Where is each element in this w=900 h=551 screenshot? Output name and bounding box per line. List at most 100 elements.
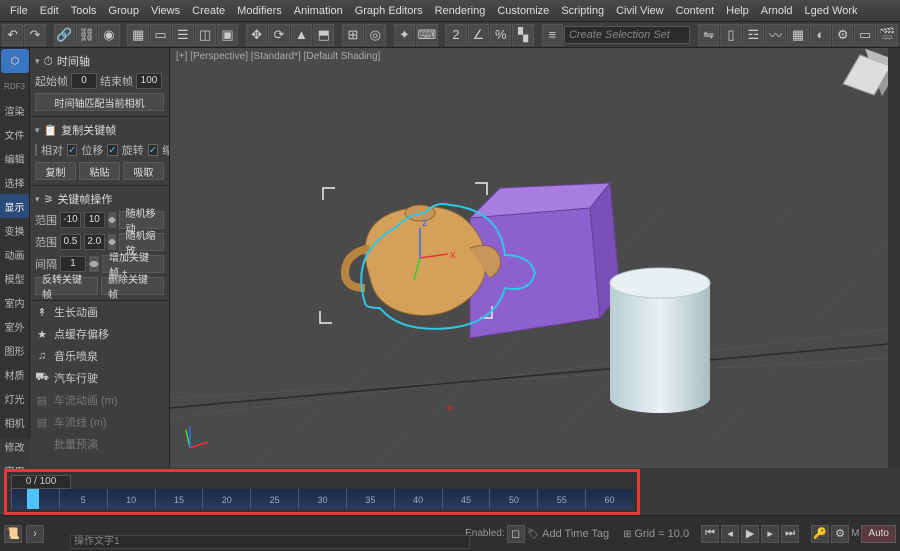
snap-2d-button[interactable]: 2 [445,24,466,46]
relative-checkbox[interactable] [35,144,37,156]
spinner-snap-button[interactable]: ▚ [512,24,533,46]
range-a2-input[interactable]: 10 [84,212,105,228]
select-place-button[interactable]: ⬒ [313,24,334,46]
command-panel-strip[interactable] [888,48,900,468]
range-b-spinner[interactable] [108,234,116,250]
menu-file[interactable]: File [4,5,34,17]
render-frame-button[interactable]: ▭ [854,24,875,46]
menu-graph-editors[interactable]: Graph Editors [349,5,429,17]
selection-set-dropdown[interactable]: Create Selection Set [564,26,690,44]
menu-rendering[interactable]: Rendering [429,5,492,17]
goto-start-button[interactable]: ⏮ [701,525,719,543]
menu-create[interactable]: Create [186,5,231,17]
mirror-button[interactable]: ⇋ [698,24,719,46]
select-name-button[interactable]: ☰ [172,24,193,46]
strip-tab-1[interactable]: 文件 [0,122,29,146]
strip-tab-6[interactable]: 动画 [0,242,29,266]
strip-tab-8[interactable]: 室内 [0,290,29,314]
bind-button[interactable]: ◉ [98,24,119,46]
schematic-button[interactable]: ▦ [787,24,808,46]
maxscript-listener-button[interactable]: 📜 [4,525,22,543]
menu-lged-work[interactable]: Lged Work [799,5,864,17]
scale-checkbox[interactable] [148,144,158,156]
keyboard-button[interactable]: ⌨ [416,24,437,46]
snap-percent-button[interactable]: % [490,24,511,46]
anim-item-4[interactable]: ▤车流动画 (m) [30,389,169,411]
range-b1-input[interactable]: 0.5 [60,234,81,250]
command-line-input[interactable]: 操作文字1 [70,535,470,549]
layers-button[interactable]: ☲ [743,24,764,46]
redo-button[interactable]: ↷ [24,24,45,46]
strip-tab-13[interactable]: 相机 [0,410,29,434]
named-sel-button[interactable]: ≡ [542,24,563,46]
delete-keyframe-button[interactable]: 删除关键帧 [101,277,164,295]
plugin-logo-icon[interactable]: ⬡ [1,49,29,73]
strip-tab-3[interactable]: 选择 [0,170,29,194]
manipulate-button[interactable]: ✦ [394,24,415,46]
interval-spinner[interactable] [89,256,99,272]
select-object-button[interactable]: ▭ [150,24,171,46]
range-a-spinner[interactable] [108,212,116,228]
strip-tab-9[interactable]: 室外 [0,314,29,338]
link-button[interactable]: 🔗 [54,24,75,46]
strip-tab-0[interactable]: 渲染 [0,98,29,122]
viewport-label[interactable]: [+] [Perspective] [Standard*] [Default S… [176,51,380,62]
strip-tab-10[interactable]: 图形 [0,338,29,362]
range-a1-input[interactable]: -10 [60,212,81,228]
anim-item-0[interactable]: ↟生长动画 [30,301,169,323]
strip-tab-11[interactable]: 材质 [0,362,29,386]
time-tag-button[interactable]: 🏷 Add Time Tag [527,528,610,540]
viewcube[interactable] [842,54,892,104]
render-setup-button[interactable]: ⚙ [832,24,853,46]
render-button[interactable]: 🎬 [877,24,898,46]
range-b2-input[interactable]: 2.0 [84,234,105,250]
time-section-header[interactable]: ⏱时间轴 [35,51,164,71]
menu-tools[interactable]: Tools [65,5,103,17]
menu-content[interactable]: Content [670,5,721,17]
strip-tab-2[interactable]: 编辑 [0,146,29,170]
next-frame-button[interactable]: ▸ [761,525,779,543]
menu-animation[interactable]: Animation [288,5,349,17]
interval-input[interactable]: 1 [60,256,86,272]
viewport[interactable]: [+] [Perspective] [Standard*] [Default S… [170,48,900,468]
menu-scripting[interactable]: Scripting [555,5,610,17]
anim-item-5[interactable]: ▤车流线 (m) [30,411,169,433]
menu-help[interactable]: Help [720,5,755,17]
anim-item-6[interactable]: 批量预演 [30,433,169,455]
pick-button[interactable]: 吸取 [123,162,164,180]
auto-key-button[interactable]: Auto [861,525,896,543]
menu-modifiers[interactable]: Modifiers [231,5,288,17]
strip-tab-5[interactable]: 变换 [0,218,29,242]
anim-item-2[interactable]: ♫音乐喷泉 [30,345,169,367]
strip-tab-7[interactable]: 模型 [0,266,29,290]
curve-editor-button[interactable]: 〰 [765,24,786,46]
play-button[interactable]: ▶ [741,525,759,543]
snap-angle-button[interactable]: ∠ [468,24,489,46]
menu-group[interactable]: Group [102,5,145,17]
strip-tab-14[interactable]: 修改 [0,434,29,458]
ref-coord-button[interactable]: ⊞ [342,24,363,46]
rotation-checkbox[interactable] [107,144,117,156]
strip-tab-12[interactable]: 灯光 [0,386,29,410]
goto-end-button[interactable]: ⏭ [781,525,799,543]
paste-button[interactable]: 粘贴 [79,162,120,180]
time-ruler[interactable]: 051015202530354045505560 [11,489,633,509]
anim-item-3[interactable]: ⛟汽车行驶 [30,367,169,389]
copy-section-header[interactable]: 📋复制关键帧 [35,120,164,140]
window-crossing-button[interactable]: ▣ [217,24,238,46]
start-frame-input[interactable]: 0 [71,73,97,89]
select-filter-button[interactable]: ▦ [127,24,148,46]
end-frame-input[interactable]: 100 [136,73,162,89]
material-editor-button[interactable]: ◐ [810,24,831,46]
frame-counter[interactable]: 0 / 100 [11,475,71,489]
time-slider-playhead[interactable] [27,489,39,509]
copy-button[interactable]: 复制 [35,162,76,180]
key-mode-button[interactable]: 🔑 [811,525,829,543]
menu-views[interactable]: Views [145,5,186,17]
time-config-button[interactable]: ⚙ [831,525,849,543]
anim-item-1[interactable]: ★点缓存偏移 [30,323,169,345]
unlink-button[interactable]: ⛓ [76,24,97,46]
menu-customize[interactable]: Customize [491,5,555,17]
select-scale-button[interactable]: ▲ [291,24,312,46]
reverse-keyframe-button[interactable]: 反转关键帧 [35,277,98,295]
